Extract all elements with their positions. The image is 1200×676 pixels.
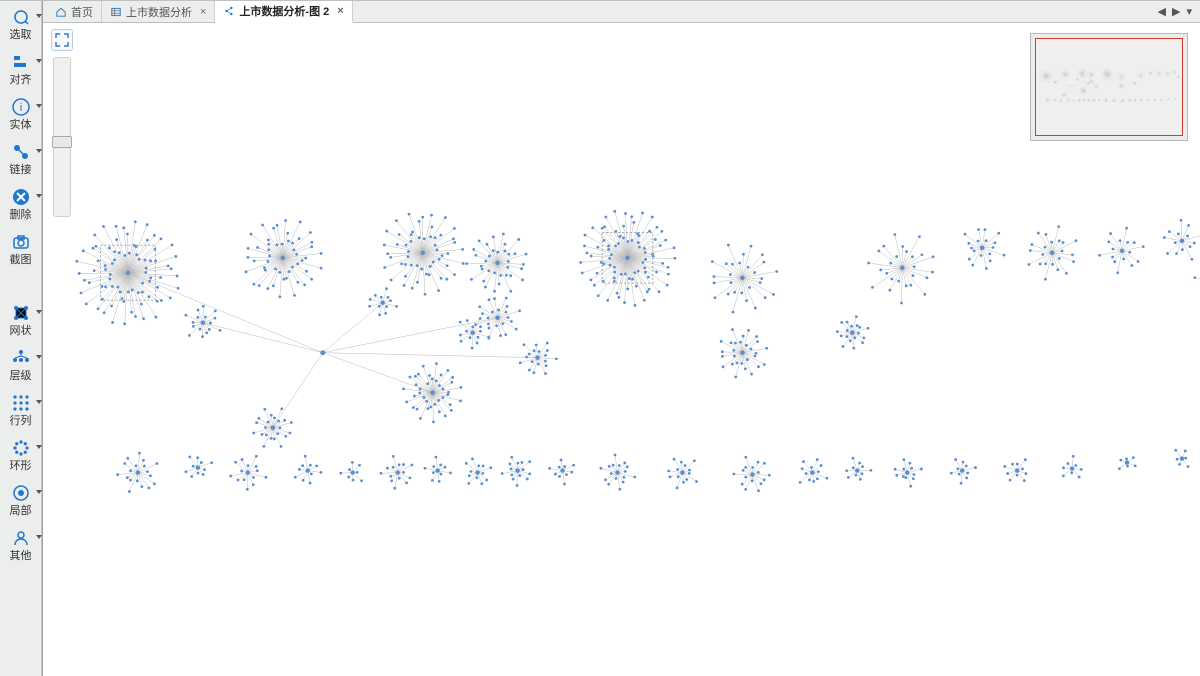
deletex-icon [11, 187, 31, 207]
tool-label: 层级 [2, 370, 40, 383]
chevron-down-icon [36, 310, 42, 314]
tool-label: 局部 [2, 505, 40, 518]
chevron-down-icon [36, 149, 42, 153]
camera-icon [11, 232, 31, 252]
tool-label: 选取 [2, 29, 40, 42]
home-icon [55, 6, 67, 18]
zoom-slider[interactable] [53, 57, 71, 217]
chevron-down-icon [36, 355, 42, 359]
svg-text:i: i [19, 102, 21, 114]
tab-prev-button[interactable]: ◀ [1158, 5, 1166, 18]
tab-label: 首页 [71, 4, 93, 20]
share-icon [223, 5, 235, 17]
info-icon: i [11, 97, 31, 117]
align-icon [11, 52, 31, 72]
chevron-down-icon [36, 59, 42, 63]
tool-label: 删除 [2, 209, 40, 222]
tool-entity[interactable]: i 实体 [2, 97, 40, 132]
chevron-down-icon [36, 104, 42, 108]
local-icon [11, 483, 31, 503]
chevron-down-icon [36, 535, 42, 539]
ring-icon [11, 438, 31, 458]
gridrc-icon [11, 393, 31, 413]
tab-nav: ◀ ▶ ▾ [1158, 1, 1200, 22]
tree-icon [11, 348, 31, 368]
tool-label: 截图 [2, 254, 40, 267]
tool-other[interactable]: 其他 [2, 528, 40, 563]
chevron-down-icon [36, 14, 42, 18]
tool-label: 链接 [2, 164, 40, 177]
left-toolbar: 选取对齐 i 实体链接删除截图网状层级行列环形局部其他 [0, 1, 42, 676]
tool-label: 网状 [2, 325, 40, 338]
tab-menu-button[interactable]: ▾ [1186, 5, 1192, 18]
table-icon [110, 6, 122, 18]
chevron-down-icon [36, 400, 42, 404]
cursor-icon [11, 7, 31, 27]
tab-上市数据分析-图 2[interactable]: 上市数据分析-图 2 × [215, 1, 352, 23]
tool-label: 环形 [2, 460, 40, 473]
tool-ring[interactable]: 环形 [2, 438, 40, 473]
chevron-down-icon [36, 490, 42, 494]
chevron-down-icon [36, 194, 42, 198]
close-icon[interactable]: × [200, 6, 206, 18]
minimap-viewport[interactable] [1035, 38, 1183, 136]
tab-label: 上市数据分析-图 2 [239, 3, 329, 19]
tab-bar: 首页 上市数据分析 × 上市数据分析-图 2 × ◀ ▶ ▾ [43, 1, 1200, 23]
minimap-content [1036, 39, 1182, 135]
graph-canvas-area[interactable] [43, 23, 1200, 676]
chevron-down-icon [36, 445, 42, 449]
expand-icon [55, 33, 69, 47]
tool-net[interactable]: 网状 [2, 303, 40, 338]
tool-label: 实体 [2, 119, 40, 132]
tool-delete[interactable]: 删除 [2, 187, 40, 222]
fit-to-screen-button[interactable] [51, 29, 73, 51]
tool-label: 对齐 [2, 74, 40, 87]
tool-link[interactable]: 链接 [2, 142, 40, 177]
tool-label: 行列 [2, 415, 40, 428]
tool-select[interactable]: 选取 [2, 7, 40, 42]
zoom-slider-thumb[interactable] [52, 136, 72, 148]
tool-label: 其他 [2, 550, 40, 563]
network-graph[interactable] [43, 23, 1200, 676]
tab-首页[interactable]: 首页 [47, 1, 102, 22]
user-icon [11, 528, 31, 548]
minimap[interactable] [1030, 33, 1188, 141]
tab-label: 上市数据分析 [126, 4, 192, 20]
tool-align[interactable]: 对齐 [2, 52, 40, 87]
tab-next-button[interactable]: ▶ [1172, 5, 1180, 18]
tool-screenshot[interactable]: 截图 [2, 232, 40, 267]
close-icon[interactable]: × [337, 5, 343, 17]
tool-hier[interactable]: 层级 [2, 348, 40, 383]
mesh-icon [11, 303, 31, 323]
linknodes-icon [11, 142, 31, 162]
tool-local[interactable]: 局部 [2, 483, 40, 518]
tab-上市数据分析[interactable]: 上市数据分析 × [102, 1, 215, 22]
tool-grid[interactable]: 行列 [2, 393, 40, 428]
